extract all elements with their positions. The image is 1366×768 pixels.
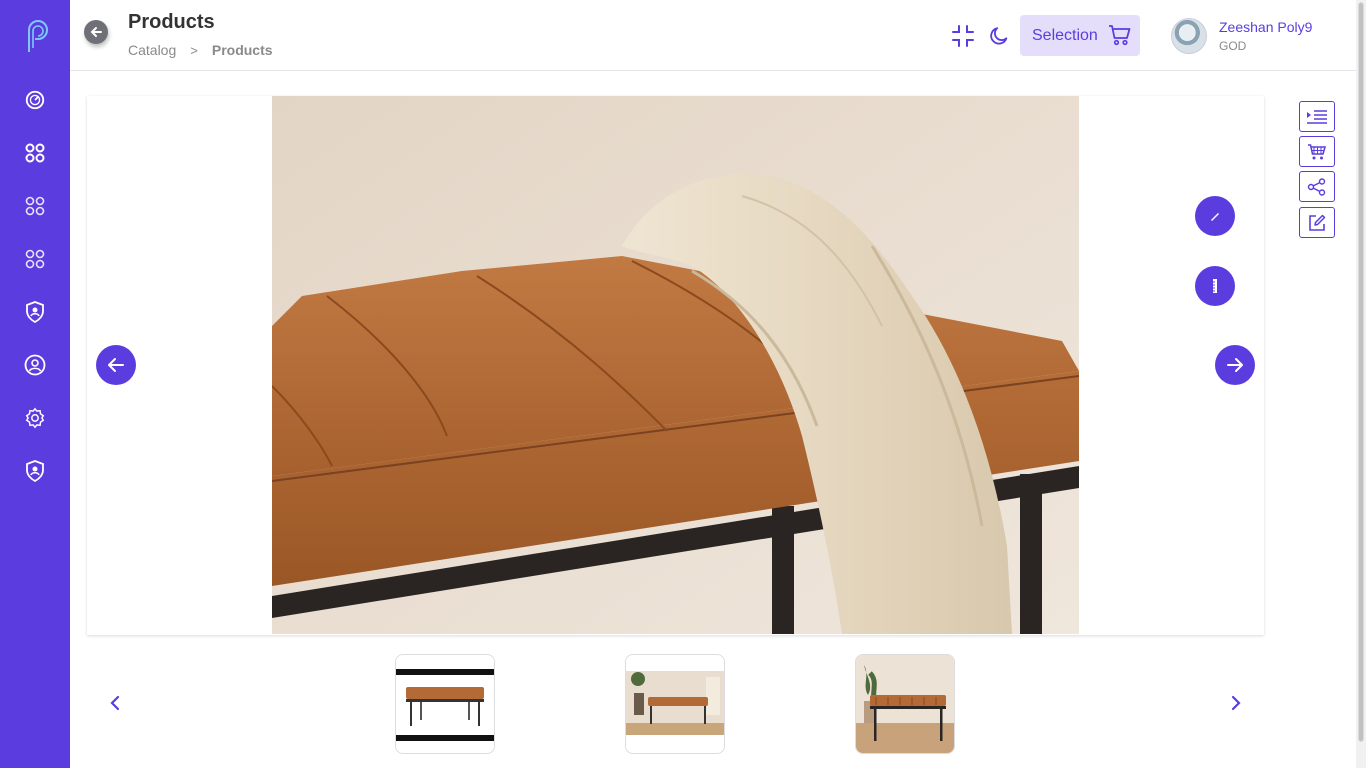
ruler-icon: [1213, 279, 1217, 293]
thumbnail-1-image: [396, 655, 494, 753]
top-header: Products Catalog > Products Selection Ze…: [70, 0, 1356, 71]
chevron-right-icon: [1231, 695, 1241, 711]
details-panel-button[interactable]: [1299, 101, 1335, 132]
moon-icon: [990, 27, 1008, 45]
arrow-left-icon: [90, 27, 102, 37]
sidebar: [0, 0, 70, 768]
share-icon: [1307, 177, 1326, 196]
add-to-cart-button[interactable]: [1299, 136, 1335, 167]
thumbnail-2-image: [626, 655, 724, 753]
sidebar-item-security[interactable]: [23, 300, 47, 324]
prev-image-button[interactable]: [96, 345, 136, 385]
breadcrumb-separator: >: [190, 42, 198, 58]
scrollbar-thumb[interactable]: [1358, 2, 1364, 742]
chevron-left-icon: [110, 695, 120, 711]
selection-label: Selection: [1032, 26, 1098, 44]
edit-button[interactable]: [1299, 207, 1335, 238]
share-button[interactable]: [1299, 171, 1335, 202]
breadcrumb: Catalog > Products: [128, 42, 273, 58]
cart-icon: [1308, 143, 1326, 159]
arrow-left-icon: [108, 358, 124, 372]
user-role: GOD: [1219, 39, 1247, 53]
grid-apps-icon: [25, 143, 45, 163]
grid-apps-icon: [25, 196, 45, 216]
sidebar-item-settings[interactable]: [23, 406, 47, 430]
minimize-icon: [952, 25, 974, 47]
sidebar-item-apps-2[interactable]: [23, 194, 47, 218]
arrow-right-icon: [1227, 358, 1243, 372]
sidebar-item-users[interactable]: [23, 353, 47, 377]
back-button[interactable]: [84, 20, 108, 44]
dark-mode-toggle[interactable]: [987, 24, 1011, 48]
thumbnail-3-selected[interactable]: [855, 654, 955, 754]
pencil-icon: [1211, 213, 1219, 221]
sidebar-item-apps-3[interactable]: [23, 247, 47, 271]
sidebar-item-dashboard[interactable]: [23, 88, 47, 112]
thumbnails-next-button[interactable]: [1226, 693, 1246, 713]
bench-with-throw-image: [272, 96, 1079, 634]
sidebar-item-admin[interactable]: [23, 459, 47, 483]
thumbnail-2[interactable]: [625, 654, 725, 754]
shield-user-icon: [26, 301, 44, 323]
thumbnails-prev-button[interactable]: [105, 693, 125, 713]
exit-fullscreen-button[interactable]: [951, 24, 975, 48]
grid-apps-icon: [25, 249, 45, 269]
list-indent-icon: [1307, 109, 1327, 124]
page-title: Products: [128, 11, 215, 33]
cart-icon: [1109, 25, 1131, 46]
user-circle-icon: [24, 354, 46, 376]
edit-icon: [1309, 214, 1326, 231]
page-scrollbar[interactable]: [1356, 0, 1366, 768]
shield-user-icon: [26, 460, 44, 482]
ruler-button[interactable]: [1195, 266, 1235, 306]
annotate-button[interactable]: [1195, 196, 1235, 236]
next-image-button[interactable]: [1215, 345, 1255, 385]
gear-icon: [25, 407, 45, 429]
sidebar-item-catalog[interactable]: [23, 141, 47, 165]
breadcrumb-current: Products: [211, 42, 273, 58]
breadcrumb-catalog[interactable]: Catalog: [128, 42, 176, 58]
dashboard-gauge-icon: [25, 90, 45, 110]
app-logo[interactable]: [22, 18, 48, 54]
thumbnail-3-image: [856, 655, 954, 753]
product-image-viewer: [87, 96, 1264, 635]
thumbnail-1[interactable]: [395, 654, 495, 754]
selection-cart-button[interactable]: Selection: [1020, 15, 1140, 56]
user-name[interactable]: Zeeshan Poly9: [1219, 19, 1312, 35]
avatar[interactable]: [1171, 18, 1207, 54]
product-main-image: [272, 96, 1079, 634]
